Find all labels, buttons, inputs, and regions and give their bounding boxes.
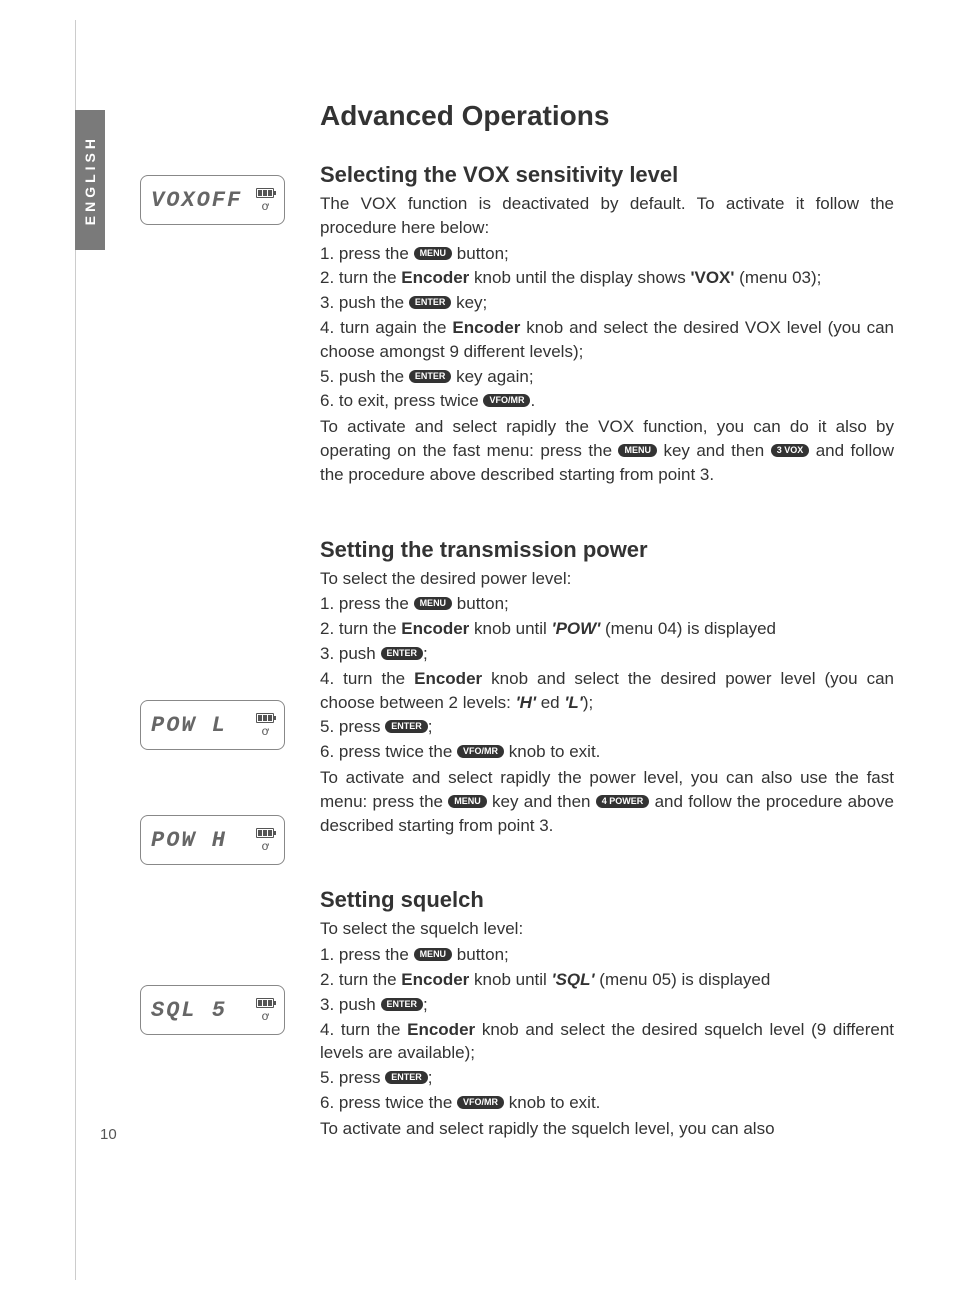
section3-outro: To activate and select rapidly the squel… [320, 1117, 894, 1141]
content-column: Advanced Operations Selecting the VOX se… [320, 100, 894, 1141]
section1-intro: The VOX function is deactivated by defau… [320, 192, 894, 240]
section2-intro: To select the desired power level: [320, 567, 894, 591]
power4-key-icon: 4 POWER [596, 795, 650, 808]
enter-key-icon: ENTER [409, 370, 452, 383]
antenna-icon: ơ [261, 841, 268, 853]
vfomr-key-icon: VFO/MR [457, 1096, 504, 1109]
section2-step1: 1. press the MENU button; [320, 592, 894, 616]
lcd-status-icons: ơ [256, 188, 274, 213]
lcd-pow-h: POW H ơ [140, 815, 285, 865]
vfomr-key-icon: VFO/MR [483, 394, 530, 407]
section1-outro: To activate and select rapidly the VOX f… [320, 415, 894, 486]
menu-key-icon: MENU [414, 948, 453, 961]
section1-step2: 2. turn the Encoder knob until the displ… [320, 266, 894, 290]
section2-step6: 6. press twice the VFO/MR knob to exit. [320, 740, 894, 764]
enter-key-icon: ENTER [385, 1071, 428, 1084]
lcd-text: POW L [151, 713, 256, 738]
battery-icon [256, 188, 274, 198]
battery-icon [256, 828, 274, 838]
section1-step6: 6. to exit, press twice VFO/MR. [320, 389, 894, 413]
section3-intro: To select the squelch level: [320, 917, 894, 941]
section3-step3: 3. push ENTER; [320, 993, 894, 1017]
antenna-icon: ơ [261, 1011, 268, 1023]
vox3-key-icon: 3 VOX [771, 444, 810, 457]
section3-step1: 1. press the MENU button; [320, 943, 894, 967]
battery-icon [256, 713, 274, 723]
lcd-status-icons: ơ [256, 713, 274, 738]
lcd-vox-off: VOXOFF ơ [140, 175, 285, 225]
section1-step3: 3. push the ENTER key; [320, 291, 894, 315]
enter-key-icon: ENTER [381, 647, 424, 660]
section2-step5: 5. press ENTER; [320, 715, 894, 739]
section3-title: Setting squelch [320, 887, 894, 913]
section1-step1: 1. press the MENU button; [320, 242, 894, 266]
menu-key-icon: MENU [414, 597, 453, 610]
section3-step5: 5. press ENTER; [320, 1066, 894, 1090]
lcd-status-icons: ơ [256, 998, 274, 1023]
lcd-text: POW H [151, 828, 256, 853]
section2-step3: 3. push ENTER; [320, 642, 894, 666]
page-title: Advanced Operations [320, 100, 894, 132]
lcd-text: VOXOFF [151, 188, 256, 213]
antenna-icon: ơ [261, 726, 268, 738]
section1-step4: 4. turn again the Encoder knob and selec… [320, 316, 894, 364]
menu-key-icon: MENU [414, 247, 453, 260]
lcd-sql: SQL 5 ơ [140, 985, 285, 1035]
enter-key-icon: ENTER [409, 296, 452, 309]
lcd-pow-l: POW L ơ [140, 700, 285, 750]
menu-key-icon: MENU [448, 795, 487, 808]
page: ENGLISH VOXOFF ơ POW L ơ POW H ơ SQL 5 ơ… [0, 0, 954, 1183]
section3-step4: 4. turn the Encoder knob and select the … [320, 1018, 894, 1066]
section3-step2: 2. turn the Encoder knob until 'SQL' (me… [320, 968, 894, 992]
section2-step4: 4. turn the Encoder knob and select the … [320, 667, 894, 715]
language-tab: ENGLISH [75, 110, 105, 250]
vfomr-key-icon: VFO/MR [457, 745, 504, 758]
section2-title: Setting the transmission power [320, 537, 894, 563]
enter-key-icon: ENTER [385, 720, 428, 733]
section1-title: Selecting the VOX sensitivity level [320, 162, 894, 188]
antenna-icon: ơ [261, 201, 268, 213]
section2-step2: 2. turn the Encoder knob until 'POW' (me… [320, 617, 894, 641]
menu-key-icon: MENU [618, 444, 657, 457]
enter-key-icon: ENTER [381, 998, 424, 1011]
section1-step5: 5. push the ENTER key again; [320, 365, 894, 389]
page-number: 10 [100, 1126, 117, 1143]
language-label: ENGLISH [82, 135, 98, 225]
battery-icon [256, 998, 274, 1008]
section3-step6: 6. press twice the VFO/MR knob to exit. [320, 1091, 894, 1115]
section2-outro: To activate and select rapidly the power… [320, 766, 894, 837]
lcd-status-icons: ơ [256, 828, 274, 853]
lcd-text: SQL 5 [151, 998, 256, 1023]
